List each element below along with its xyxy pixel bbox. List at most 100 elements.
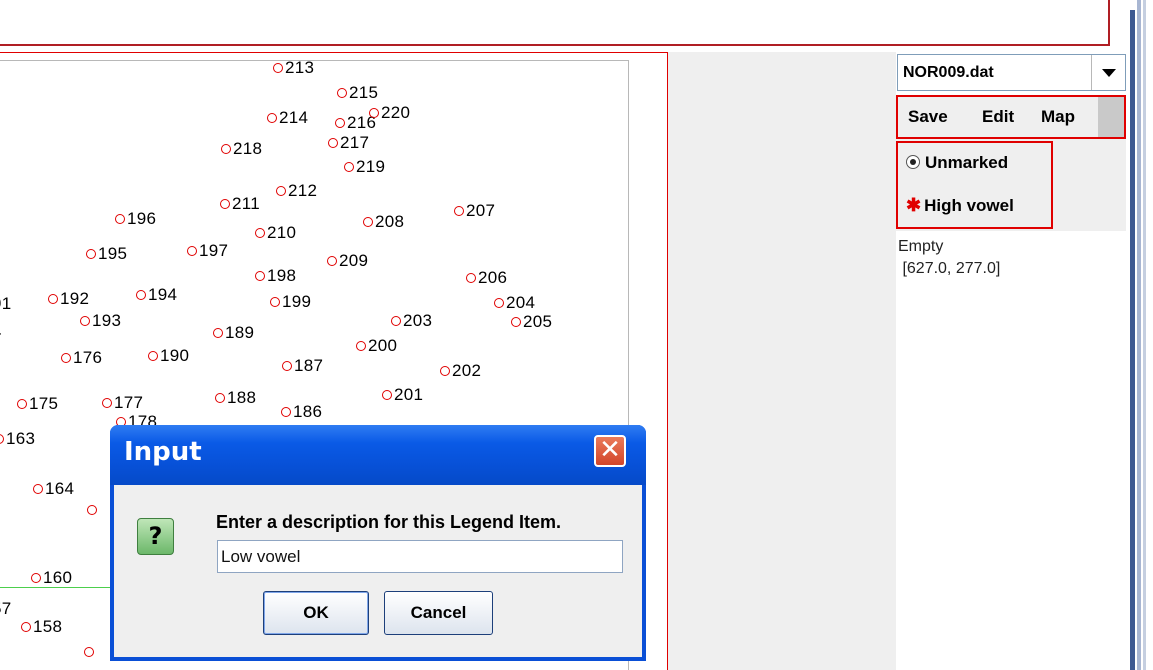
plot-point-label: 187 — [294, 356, 324, 375]
point-marker-icon — [356, 341, 366, 351]
legend-item-unmarked[interactable]: Unmarked — [906, 153, 1008, 173]
ok-button[interactable]: OK — [263, 591, 369, 635]
point-marker-icon — [363, 217, 373, 227]
edge-bar — [1130, 10, 1135, 670]
plot-point-190[interactable]: 190 — [148, 347, 189, 364]
plot-point-163[interactable]: 163 — [0, 430, 35, 447]
file-select-value: NOR009.dat — [903, 64, 994, 81]
plot-point-206[interactable]: 206 — [466, 269, 507, 286]
plot-point-label: 196 — [127, 209, 157, 228]
plot-point-188[interactable]: 188 — [215, 389, 256, 406]
plot-point-203[interactable]: 203 — [391, 312, 432, 329]
plot-point-157[interactable]: 57 — [0, 600, 12, 617]
point-marker-icon — [344, 162, 354, 172]
plot-point-220[interactable]: 220 — [369, 104, 410, 121]
plot-point-195[interactable]: 195 — [86, 245, 127, 262]
point-marker-icon — [115, 214, 125, 224]
plot-point-204[interactable]: 204 — [494, 294, 535, 311]
plot-point-209[interactable]: 209 — [327, 252, 368, 269]
plot-point-label: 190 — [160, 346, 190, 365]
plot-point-194[interactable]: 194 — [136, 286, 177, 303]
plot-point-label: 217 — [340, 133, 370, 152]
plot-point-218[interactable]: 218 — [221, 140, 262, 157]
point-marker-icon — [220, 199, 230, 209]
plot-point-217[interactable]: 217 — [328, 134, 369, 151]
plot-point-198[interactable]: 198 — [255, 267, 296, 284]
cancel-button[interactable]: Cancel — [384, 591, 493, 635]
plot-point-177[interactable]: 177 — [102, 394, 143, 411]
plot-point-label: 4 — [0, 322, 2, 341]
plot-point-label: 208 — [375, 212, 405, 231]
plot-point-label: 175 — [29, 394, 59, 413]
plot-point-187[interactable]: 187 — [282, 357, 323, 374]
plot-point-219[interactable]: 219 — [344, 158, 385, 175]
plot-point-196[interactable]: 196 — [115, 210, 156, 227]
legend-item-high-vowel[interactable]: ✱ High vowel — [906, 195, 1014, 216]
plot-point-160[interactable]: 160 — [31, 569, 72, 586]
plot-point-158[interactable]: 158 — [21, 618, 62, 635]
plot-point-215[interactable]: 215 — [337, 84, 378, 101]
point-marker-icon — [282, 361, 292, 371]
plot-point-192[interactable]: 192 — [48, 290, 89, 307]
save-button[interactable]: Save — [908, 107, 948, 127]
close-button[interactable]: ✕ — [594, 435, 626, 467]
plot-point-199[interactable]: 199 — [270, 293, 311, 310]
point-marker-icon — [0, 434, 4, 444]
plot-point-159[interactable] — [84, 643, 96, 660]
description-input[interactable] — [217, 540, 623, 573]
plot-point-label: 57 — [0, 599, 12, 618]
plot-point-label: 200 — [368, 336, 398, 355]
plot-point-label: 91 — [0, 294, 12, 313]
point-marker-icon — [136, 290, 146, 300]
dropdown-arrow-button[interactable] — [1091, 55, 1125, 90]
point-marker-icon — [255, 271, 265, 281]
plot-point-189[interactable]: 189 — [213, 324, 254, 341]
plot-point-213[interactable]: 213 — [273, 59, 314, 76]
chevron-down-icon — [1102, 69, 1116, 77]
map-button[interactable]: Map — [1041, 107, 1075, 127]
legend-item-high-vowel-label: High vowel — [924, 196, 1014, 215]
close-icon: ✕ — [599, 435, 621, 465]
plot-point-175[interactable]: 175 — [17, 395, 58, 412]
plot-point-202[interactable]: 202 — [440, 362, 481, 379]
point-marker-icon — [267, 113, 277, 123]
plot-point-207[interactable]: 207 — [454, 202, 495, 219]
plot-point-label: 188 — [227, 388, 257, 407]
plot-point-193[interactable]: 193 — [80, 312, 121, 329]
question-icon: ? — [137, 518, 174, 555]
plot-point-208[interactable]: 208 — [363, 213, 404, 230]
plot-point-186[interactable]: 186 — [281, 403, 322, 420]
edit-button[interactable]: Edit — [982, 107, 1014, 127]
plot-point-184[interactable]: 4 — [0, 323, 2, 340]
blank-pane — [668, 52, 896, 670]
plot-point-label: 220 — [381, 103, 411, 122]
plot-point-label: 219 — [356, 157, 386, 176]
plot-point-191[interactable]: 91 — [0, 295, 12, 312]
plot-point-212[interactable]: 212 — [276, 182, 317, 199]
point-marker-icon — [382, 390, 392, 400]
plot-point-164[interactable]: 164 — [33, 480, 74, 497]
point-marker-icon — [213, 328, 223, 338]
plot-point-201[interactable]: 201 — [382, 386, 423, 403]
point-marker-icon — [31, 573, 41, 583]
dialog-title-bar[interactable]: Input ✕ — [110, 425, 646, 485]
point-marker-icon — [215, 393, 225, 403]
plot-point-214[interactable]: 214 — [267, 109, 308, 126]
plot-point-210[interactable]: 210 — [255, 224, 296, 241]
plot-point-165[interactable] — [87, 501, 99, 518]
plot-point-211[interactable]: 211 — [220, 195, 260, 212]
plot-point-197[interactable]: 197 — [187, 242, 228, 259]
plot-point-label: 193 — [92, 311, 122, 330]
dialog-title: Input — [124, 437, 202, 467]
point-marker-icon — [466, 273, 476, 283]
plot-point-200[interactable]: 200 — [356, 337, 397, 354]
dialog-prompt: Enter a description for this Legend Item… — [216, 512, 562, 532]
file-select[interactable]: NOR009.dat — [897, 54, 1126, 91]
point-marker-icon — [187, 246, 197, 256]
plot-point-label: 177 — [114, 393, 144, 412]
point-marker-icon — [255, 228, 265, 238]
green-boundary-line — [0, 587, 113, 588]
plot-point-label: 163 — [6, 429, 36, 448]
plot-point-176[interactable]: 176 — [61, 349, 102, 366]
plot-point-205[interactable]: 205 — [511, 313, 552, 330]
